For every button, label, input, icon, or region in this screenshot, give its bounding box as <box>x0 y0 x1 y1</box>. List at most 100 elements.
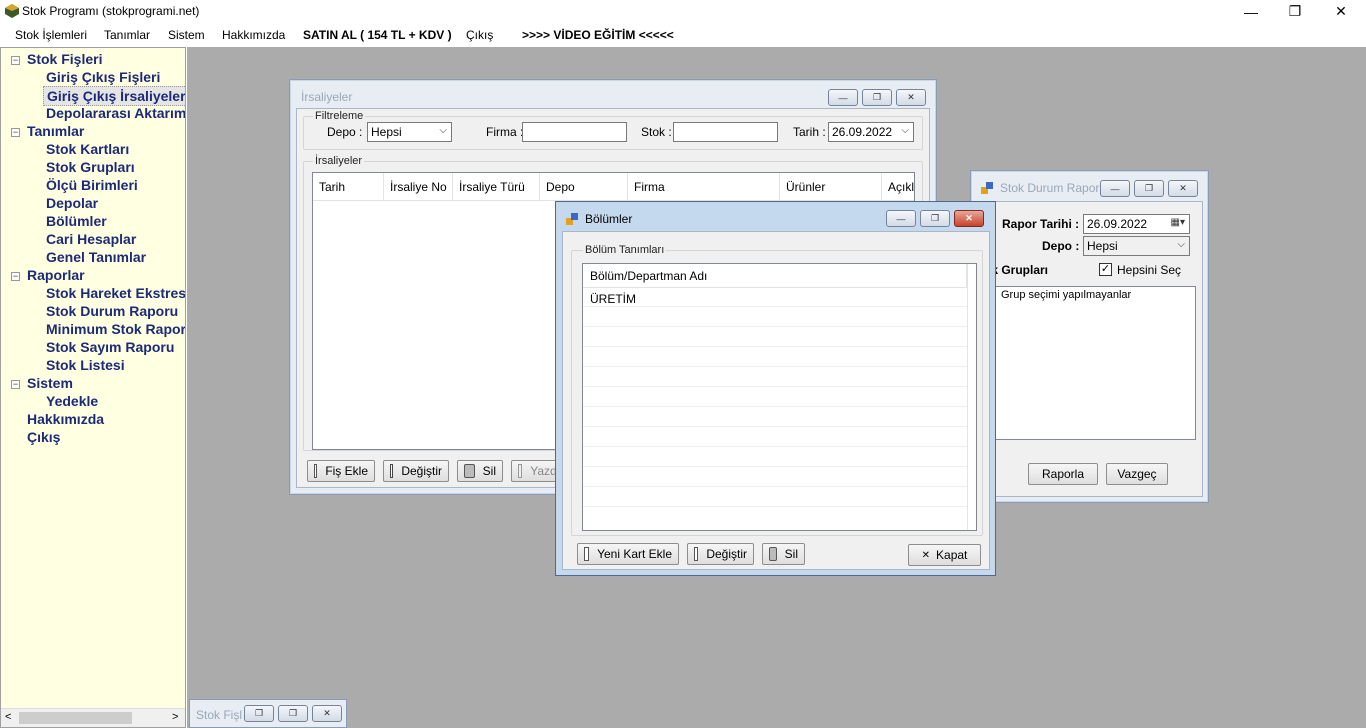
sil-button[interactable]: Sil <box>457 460 503 482</box>
menu-hakkimizda[interactable]: Hakkımızda <box>222 28 285 42</box>
menu-sistem[interactable]: Sistem <box>168 28 205 42</box>
sil-button[interactable]: Sil <box>762 543 805 565</box>
tree-hakkimizda[interactable]: Hakkımızda <box>27 411 104 427</box>
column-divider <box>967 264 968 530</box>
col-irsaliye-turu[interactable]: İrsaliye Türü <box>453 173 540 201</box>
tarih-picker[interactable]: 26.09.2022 ⌵ <box>828 122 914 142</box>
tree-stok-fisleri[interactable]: Stok Fişleri <box>27 51 102 67</box>
stok-durum-body: Rapor Tarihi : 26.09.2022 ▦▾ Depo : Hepsi… <box>977 201 1203 497</box>
tree-sistem[interactable]: Sistem <box>27 375 73 391</box>
rapor-tarihi-label: Rapor Tarihi : <box>1002 217 1080 231</box>
col-aciklama[interactable]: Açıklama <box>882 173 914 201</box>
col-tarih[interactable]: Tarih <box>313 173 384 201</box>
menu-bar: Stok İşlemleri Tanımlar Sistem Hakkımızd… <box>0 24 1366 45</box>
scroll-left-icon[interactable]: < <box>5 711 11 723</box>
tree-stok-gruplari[interactable]: Stok Grupları <box>46 159 135 175</box>
tree-bolumler[interactable]: Bölümler <box>46 213 107 229</box>
minimized-stok-fisleri-window[interactable]: Stok Fişleri ❐ ❐ ✕ <box>189 699 347 728</box>
tree-stok-durum-raporu[interactable]: Stok Durum Raporu <box>46 303 178 319</box>
tree-raporlar[interactable]: Raporlar <box>27 267 85 283</box>
tree-genel-tanimlar[interactable]: Genel Tanımlar <box>46 249 146 265</box>
tree-yedekle[interactable]: Yedekle <box>46 393 98 409</box>
depo-label: Depo : <box>1042 239 1080 253</box>
app-titlebar: Stok Programı (stokprogrami.net) — ❐ ✕ <box>0 0 1366 23</box>
rapor-tarihi-picker[interactable]: 26.09.2022 ▦▾ <box>1083 214 1190 234</box>
maximize-icon[interactable]: ❐ <box>278 705 308 722</box>
close-icon[interactable]: ✕ <box>1168 180 1198 197</box>
tree-olcu-birimleri[interactable]: Ölçü Birimleri <box>46 177 138 193</box>
raporla-button[interactable]: Raporla <box>1028 463 1098 485</box>
minimize-button[interactable]: — <box>1228 0 1274 23</box>
sidebar-tree: − Stok Fişleri Giriş Çıkış Fişleri Giriş… <box>0 47 186 728</box>
vazgec-button[interactable]: Vazgeç <box>1106 463 1168 485</box>
restore-icon[interactable]: ❐ <box>920 210 950 227</box>
degistir-button[interactable]: Değiştir <box>383 460 449 482</box>
firma-input[interactable] <box>522 122 627 142</box>
menu-video-egitim[interactable]: >>>> VİDEO EĞİTİM <<<<< <box>522 28 674 42</box>
depo-select[interactable]: Hepsi ⌵ <box>367 122 452 142</box>
edit-icon <box>390 464 394 478</box>
rapor-tarihi-value: 26.09.2022 <box>1087 217 1148 231</box>
app-title: Stok Programı (stokprogrami.net) <box>22 4 200 18</box>
minimize-icon[interactable]: — <box>828 89 858 106</box>
collapse-icon[interactable]: − <box>11 272 20 281</box>
row-divider <box>583 306 967 307</box>
menu-satin-al[interactable]: SATIN AL ( 154 TL + KDV ) <box>303 28 452 42</box>
col-bolum-adi[interactable]: Bölüm/Departman Adı <box>583 264 967 288</box>
close-icon[interactable]: ✕ <box>312 705 342 722</box>
restore-icon[interactable]: ❐ <box>862 89 892 106</box>
col-firma[interactable]: Firma <box>628 173 780 201</box>
col-irsaliye-no[interactable]: İrsaliye No <box>384 173 453 201</box>
tree-cari-hesaplar[interactable]: Cari Hesaplar <box>46 231 136 247</box>
col-urunler[interactable]: Ürünler <box>780 173 882 201</box>
collapse-icon[interactable]: − <box>11 128 20 137</box>
col-depo[interactable]: Depo <box>540 173 628 201</box>
list-group-label: İrsaliyeler <box>313 155 365 167</box>
row-divider <box>583 446 967 447</box>
close-button[interactable]: ✕ <box>1318 0 1364 23</box>
minimize-icon[interactable]: — <box>886 210 916 227</box>
bolum-row[interactable]: ÜRETİM <box>590 292 636 306</box>
restore-button[interactable]: ❐ <box>1272 0 1318 23</box>
yeni-kart-ekle-label: Yeni Kart Ekle <box>597 547 672 561</box>
stok-label: Stok : <box>641 125 672 139</box>
minimized-title: Stok Fişleri <box>196 708 242 722</box>
collapse-icon[interactable]: − <box>11 380 20 389</box>
menu-tanimlar[interactable]: Tanımlar <box>104 28 150 42</box>
row-divider <box>583 366 967 367</box>
group-item[interactable]: Grup seçimi yapılmayanlar <box>1001 289 1131 301</box>
bolumler-grid[interactable]: Bölüm/Departman Adı ÜRETİM <box>582 263 977 531</box>
groups-checklist[interactable]: Grup seçimi yapılmayanlar <box>978 286 1196 440</box>
kapat-button[interactable]: ✕ Kapat <box>908 544 981 566</box>
restore-icon[interactable]: ❐ <box>244 705 274 722</box>
tree-stok-hareket-ekstresi[interactable]: Stok Hareket Ekstresi <box>46 285 185 301</box>
tree-giris-cikis-fisleri[interactable]: Giriş Çıkış Fişleri <box>46 69 160 85</box>
collapse-icon[interactable]: − <box>11 56 20 65</box>
tree-depolar[interactable]: Depolar <box>46 195 98 211</box>
sil-label: Sil <box>784 547 798 561</box>
close-icon[interactable]: ✕ <box>896 89 926 106</box>
restore-icon[interactable]: ❐ <box>1134 180 1164 197</box>
depo-select[interactable]: Hepsi ⌵ <box>1083 236 1190 256</box>
tree-giris-cikis-irsaliyeleri[interactable]: Giriş Çıkış İrsaliyeleri <box>43 86 185 106</box>
tree-stok-sayim-raporu[interactable]: Stok Sayım Raporu <box>46 339 174 355</box>
tree-stok-kartlari[interactable]: Stok Kartları <box>46 141 129 157</box>
scroll-right-icon[interactable]: > <box>172 711 178 723</box>
tree-stok-listesi[interactable]: Stok Listesi <box>46 357 125 373</box>
yeni-kart-ekle-button[interactable]: Yeni Kart Ekle <box>577 543 679 565</box>
tree-depolararasi-aktarim[interactable]: Depolararası Aktarım <box>46 105 185 121</box>
scrollbar-thumb[interactable] <box>19 712 132 724</box>
sidebar-hscrollbar[interactable]: < > <box>1 708 185 727</box>
minimize-icon[interactable]: — <box>1100 180 1130 197</box>
close-icon[interactable]: ✕ <box>954 210 984 227</box>
hepsini-sec-checkbox[interactable]: ✓ <box>1099 263 1112 276</box>
menu-cikis[interactable]: Çıkış <box>466 28 493 42</box>
fis-ekle-button[interactable]: Fiş Ekle <box>307 460 375 482</box>
degistir-button[interactable]: Değiştir <box>687 543 754 565</box>
tree-tanimlar[interactable]: Tanımlar <box>27 123 84 139</box>
menu-stok-islemleri[interactable]: Stok İşlemleri <box>15 28 87 42</box>
window-icon <box>981 182 993 194</box>
tree-cikis[interactable]: Çıkış <box>27 429 60 445</box>
tree-minimum-stok-raporu[interactable]: Minimum Stok Raporu <box>46 321 185 337</box>
stok-input[interactable] <box>673 122 778 142</box>
